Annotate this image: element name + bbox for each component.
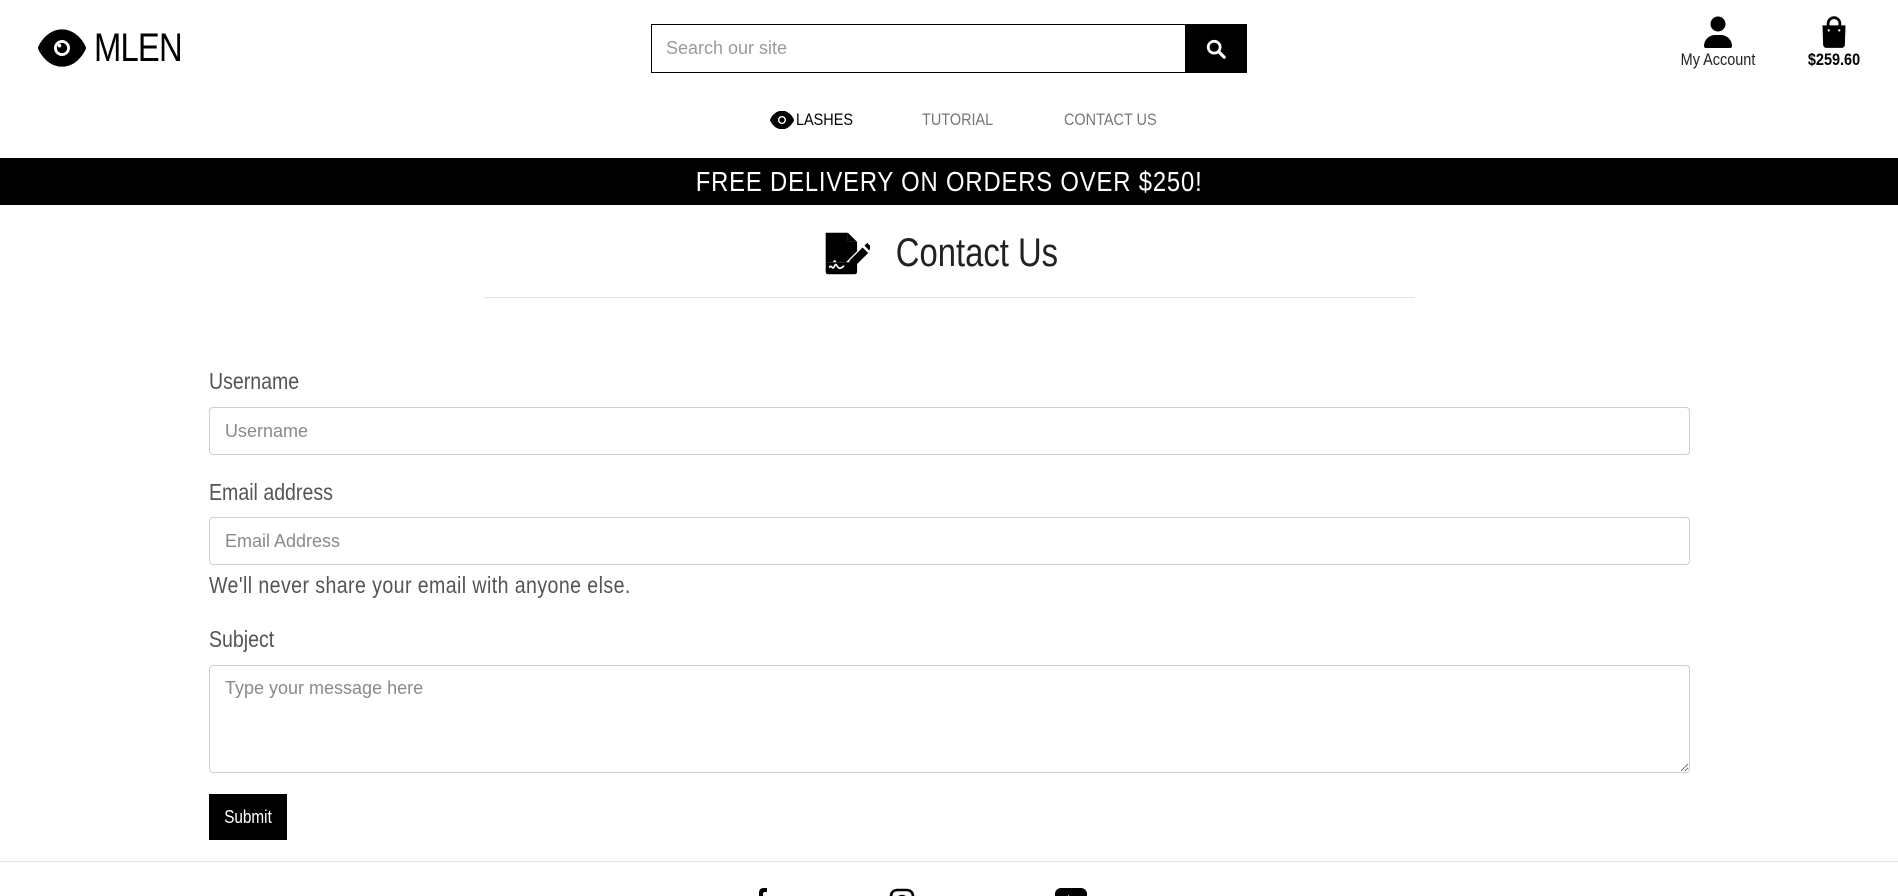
brand-logo[interactable]: MLEN — [38, 24, 201, 72]
subject-textarea[interactable] — [209, 665, 1690, 773]
main-navigation: LASHES TUTORIAL CONTACT US — [0, 110, 1898, 140]
page-title: Contact Us — [895, 230, 1059, 275]
promo-banner: FREE DELIVERY ON ORDERS OVER $250! — [0, 158, 1898, 205]
nav-item-contact-us[interactable]: CONTACT US — [1064, 110, 1173, 130]
my-account-link[interactable]: My Account — [1666, 16, 1770, 70]
submit-button[interactable]: Submit — [209, 794, 287, 840]
facebook-icon[interactable] — [754, 888, 768, 896]
eye-icon — [38, 29, 86, 67]
search-button[interactable] — [1185, 24, 1247, 73]
heading-divider — [484, 297, 1415, 298]
username-label: Username — [209, 368, 300, 394]
nav-label-tutorial: TUTORIAL — [922, 110, 994, 129]
username-input[interactable] — [209, 407, 1690, 455]
search-icon — [1206, 39, 1226, 59]
nav-item-tutorial[interactable]: TUTORIAL — [922, 110, 1006, 130]
brand-name: MLEN — [94, 26, 183, 70]
nav-label-lashes: LASHES — [796, 110, 854, 129]
nav-item-lashes[interactable]: LASHES — [770, 110, 863, 130]
instagram-icon[interactable] — [889, 888, 915, 896]
promo-banner-text: FREE DELIVERY ON ORDERS OVER $250! — [695, 165, 1203, 197]
cart-total: $259.60 — [1807, 50, 1861, 69]
file-signature-icon — [825, 232, 871, 275]
user-icon — [1704, 16, 1732, 48]
eye-icon — [770, 111, 794, 129]
site-header: MLEN My Account $259.60 — [0, 0, 1898, 160]
email-input[interactable] — [209, 517, 1690, 565]
subject-label: Subject — [209, 626, 275, 652]
page-heading: Contact Us — [0, 230, 1898, 276]
search-input[interactable] — [651, 24, 1185, 73]
footer-social-links — [0, 884, 1898, 896]
youtube-icon[interactable] — [1055, 888, 1087, 896]
my-account-label: My Account — [1680, 50, 1756, 69]
shopping-bag-icon — [1822, 16, 1846, 48]
submit-button-label: Submit — [224, 806, 272, 827]
search-form — [651, 24, 1247, 73]
shopping-cart-link[interactable]: $259.60 — [1790, 16, 1878, 70]
email-label: Email address — [209, 479, 333, 505]
nav-label-contact-us: CONTACT US — [1064, 110, 1157, 129]
email-help-text: We'll never share your email with anyone… — [209, 572, 631, 598]
footer-divider — [0, 861, 1898, 862]
